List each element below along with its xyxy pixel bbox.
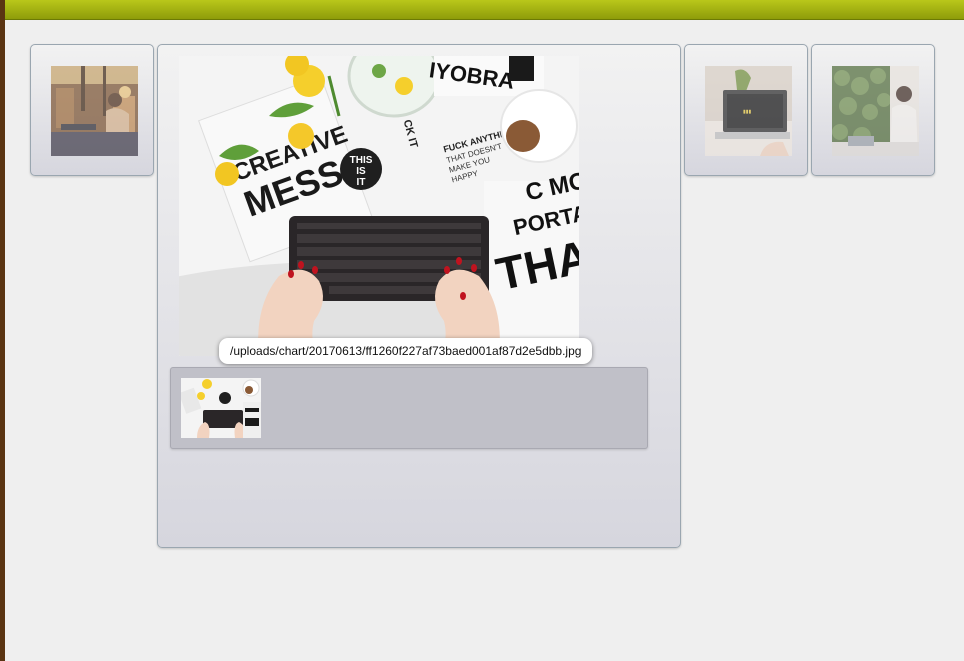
left-border [0, 0, 5, 661]
cafe-interior-thumbnail[interactable] [51, 66, 138, 156]
laptop-desk-thumbnail[interactable]: ▮▮▮ [705, 66, 792, 156]
filmstrip-thumbnail[interactable] [181, 378, 261, 438]
image-path-tooltip: /uploads/chart/20170613/ff1260f227af73ba… [219, 338, 593, 364]
gallery-thumbnail-card[interactable]: ▮▮▮ [684, 44, 808, 176]
woman-plant-wall-thumbnail[interactable] [832, 66, 919, 156]
svg-text:▮▮▮: ▮▮▮ [743, 109, 752, 115]
filmstrip [170, 367, 648, 449]
gallery-thumbnail-card[interactable] [30, 44, 154, 176]
top-header-bar [5, 0, 964, 20]
this-text: THIS [350, 155, 373, 166]
gallery-thumbnail-card[interactable] [811, 44, 935, 176]
main-photo: CREATIVE MESS THIS IS IT CK IT IYOBRA FU… [179, 56, 579, 356]
is-text: IS [356, 166, 366, 177]
it-text: IT [357, 177, 366, 188]
image-preview-panel: CREATIVE MESS THIS IS IT CK IT IYOBRA FU… [157, 44, 681, 548]
